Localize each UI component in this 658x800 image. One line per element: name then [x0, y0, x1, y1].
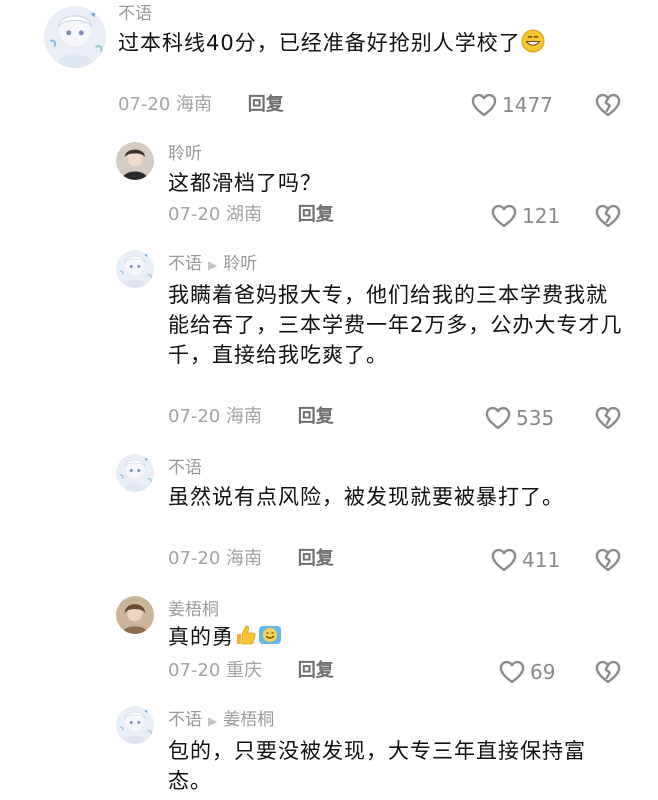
commenter-name[interactable]: 不语	[118, 4, 152, 24]
dislike-button[interactable]	[594, 404, 622, 436]
commenter-name[interactable]: 不语 ▶ 聆听	[168, 254, 257, 275]
comment-region: 海南	[226, 406, 263, 427]
like-count: 69	[530, 660, 556, 684]
commenter-name[interactable]: 聆听	[168, 144, 202, 164]
like-button[interactable]: 535	[484, 404, 554, 432]
comment-meta: 07-20 湖南 回复	[168, 204, 334, 226]
comment-region: 海南	[226, 548, 263, 569]
comment-meta: 07-20 海南 回复	[118, 94, 284, 116]
comment-text: 虽然说有点风险，被发现就要被暴打了。	[168, 485, 564, 509]
commenter-name[interactable]: 不语 ▶ 姜梧桐	[168, 710, 274, 731]
dislike-button[interactable]	[594, 546, 622, 578]
like-button[interactable]: 69	[498, 658, 555, 686]
like-button[interactable]: 121	[490, 202, 560, 230]
comment-date: 07-20	[118, 94, 171, 115]
like-count: 121	[522, 204, 561, 228]
grin-emoji-icon	[521, 29, 545, 53]
avatar[interactable]	[116, 250, 154, 288]
reply-button[interactable]: 回复	[298, 204, 334, 225]
reply-target-name[interactable]: 聆听	[223, 254, 257, 274]
broken-heart-icon	[594, 404, 622, 432]
play-arrow-icon: ▶	[208, 714, 218, 728]
heart-outline-icon	[490, 546, 518, 574]
thumbs-up-emoji-icon	[237, 625, 256, 645]
happy-face-emoji-icon	[259, 626, 281, 644]
comment-meta: 07-20 海南 回复	[168, 548, 334, 570]
avatar[interactable]	[116, 142, 154, 180]
comment-date: 07-20	[168, 548, 221, 569]
commenter-name[interactable]: 姜梧桐	[168, 600, 219, 620]
reply-button[interactable]: 回复	[298, 406, 334, 427]
heart-outline-icon	[490, 202, 518, 230]
broken-heart-icon	[594, 546, 622, 574]
like-button[interactable]: 1477	[470, 91, 553, 119]
comment-region: 海南	[176, 94, 213, 115]
comment-text: 这都滑档了吗？	[168, 171, 322, 195]
dislike-button[interactable]	[594, 91, 622, 123]
heart-outline-icon	[484, 404, 512, 432]
comment-meta: 07-20 重庆 回复	[168, 660, 334, 682]
commenter-name[interactable]: 不语	[168, 458, 202, 478]
dislike-button[interactable]	[594, 202, 622, 234]
broken-heart-icon	[594, 202, 622, 230]
comment-meta: 07-20 海南 回复	[168, 406, 334, 428]
comment-text: 包的，只要没被发现，大专三年直接保持富态。	[168, 739, 586, 793]
comment-date: 07-20	[168, 406, 221, 427]
like-count: 1477	[502, 93, 553, 117]
comment-region: 湖南	[226, 204, 263, 225]
broken-heart-icon	[594, 91, 622, 119]
play-arrow-icon: ▶	[208, 258, 218, 272]
comment-text: 过本科线40分，已经准备好抢别人学校了	[118, 28, 628, 58]
comment-text: 真的勇	[168, 622, 628, 652]
avatar[interactable]	[116, 706, 154, 744]
reply-button[interactable]: 回复	[298, 548, 334, 569]
comment-date: 07-20	[168, 660, 221, 681]
avatar[interactable]	[44, 6, 106, 68]
comment-date: 07-20	[168, 204, 221, 225]
comment-region: 重庆	[226, 660, 263, 681]
reply-target-name[interactable]: 姜梧桐	[223, 710, 274, 730]
like-count: 411	[522, 548, 561, 572]
heart-outline-icon	[470, 91, 498, 119]
reply-button[interactable]: 回复	[248, 94, 284, 115]
avatar[interactable]	[116, 596, 154, 634]
like-button[interactable]: 411	[490, 546, 560, 574]
like-count: 535	[516, 406, 555, 430]
reply-button[interactable]: 回复	[298, 660, 334, 681]
broken-heart-icon	[594, 658, 622, 686]
comment-text: 我瞒着爸妈报大专，他们给我的三本学费我就能给吞了，三本学费一年2万多，公办大专才…	[168, 283, 623, 367]
dislike-button[interactable]	[594, 658, 622, 690]
avatar[interactable]	[116, 454, 154, 492]
heart-outline-icon	[498, 658, 526, 686]
